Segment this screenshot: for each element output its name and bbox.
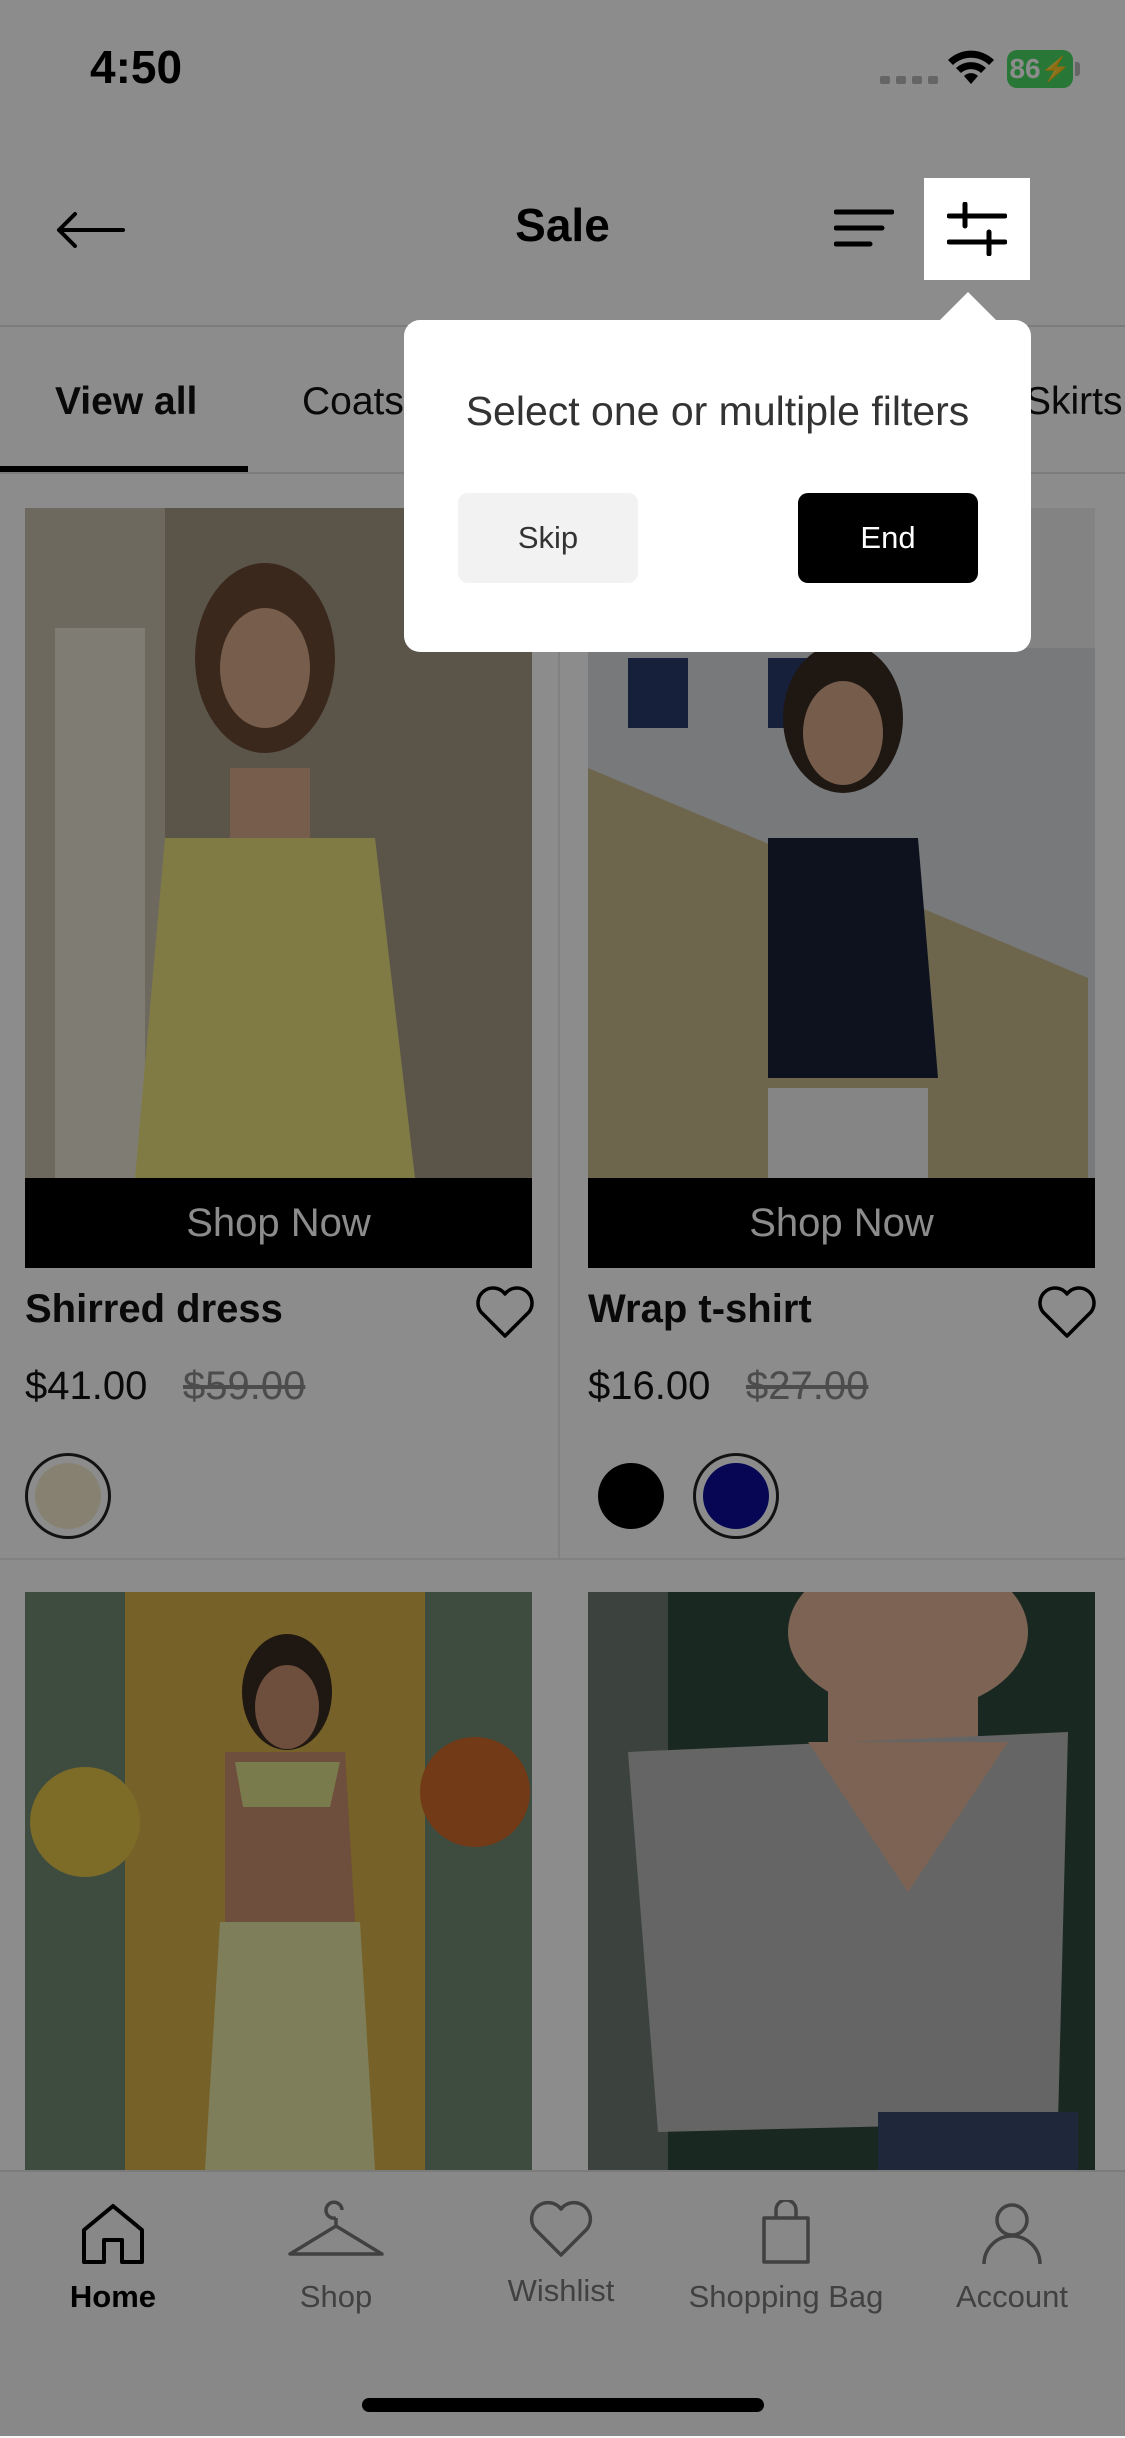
filter-tooltip: Select one or multiple filters Skip End	[404, 320, 1031, 652]
tooltip-arrow	[938, 292, 998, 322]
tooltip-text: Select one or multiple filters	[465, 388, 970, 434]
end-button[interactable]: End	[798, 493, 978, 583]
skip-button[interactable]: Skip	[458, 493, 638, 583]
sliders-icon	[947, 202, 1007, 256]
filter-button[interactable]	[924, 178, 1030, 280]
